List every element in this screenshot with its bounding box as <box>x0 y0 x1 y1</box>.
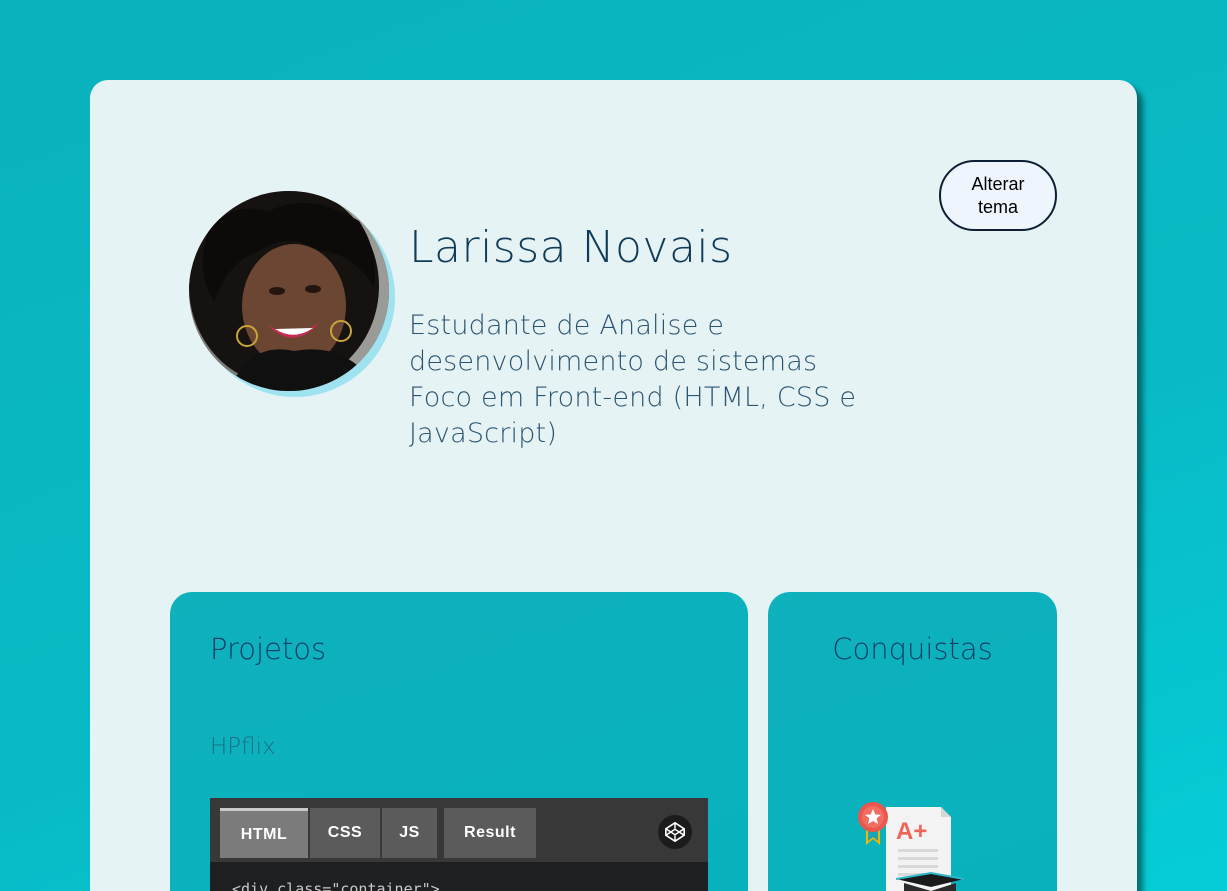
projects-panel: Projetos HPflix HTML CSS JS Result <div … <box>170 592 748 891</box>
bio-line: JavaScript) <box>409 418 558 449</box>
bio-line: desenvolvimento de sistemas <box>409 346 818 377</box>
achievements-title: Conquistas <box>832 632 993 666</box>
bio-line: Estudante de Analise e <box>409 310 725 341</box>
avatar <box>189 191 395 397</box>
tab-css[interactable]: CSS <box>310 808 380 858</box>
change-theme-label: Alterar tema <box>971 173 1025 217</box>
code-preview-line: <div class="container"> <box>232 880 440 891</box>
profile-card: Alterar tema Larissa Novais Estudante de… <box>90 80 1137 891</box>
tab-js[interactable]: JS <box>382 808 437 858</box>
projects-title: Projetos <box>210 632 327 666</box>
tab-result[interactable]: Result <box>444 808 536 858</box>
project-name: HPflix <box>210 734 276 760</box>
certificate-a-plus-icon: A+ <box>856 797 966 891</box>
avatar-photo <box>189 191 389 391</box>
codepen-embed: HTML CSS JS Result <div class="container… <box>210 798 708 891</box>
codepen-tab-bar: HTML CSS JS Result <box>210 798 708 862</box>
profile-bio: Estudante de Analise e desenvolvimento d… <box>409 308 909 452</box>
badge-text: A+ <box>896 818 927 845</box>
codepen-icon[interactable] <box>658 815 692 849</box>
bio-line: Foco em Front-end (HTML, CSS e <box>409 382 857 413</box>
achievements-panel: Conquistas A+ <box>768 592 1057 891</box>
change-theme-button[interactable]: Alterar tema <box>939 160 1057 231</box>
profile-name: Larissa Novais <box>409 222 733 273</box>
tab-html[interactable]: HTML <box>220 808 308 858</box>
